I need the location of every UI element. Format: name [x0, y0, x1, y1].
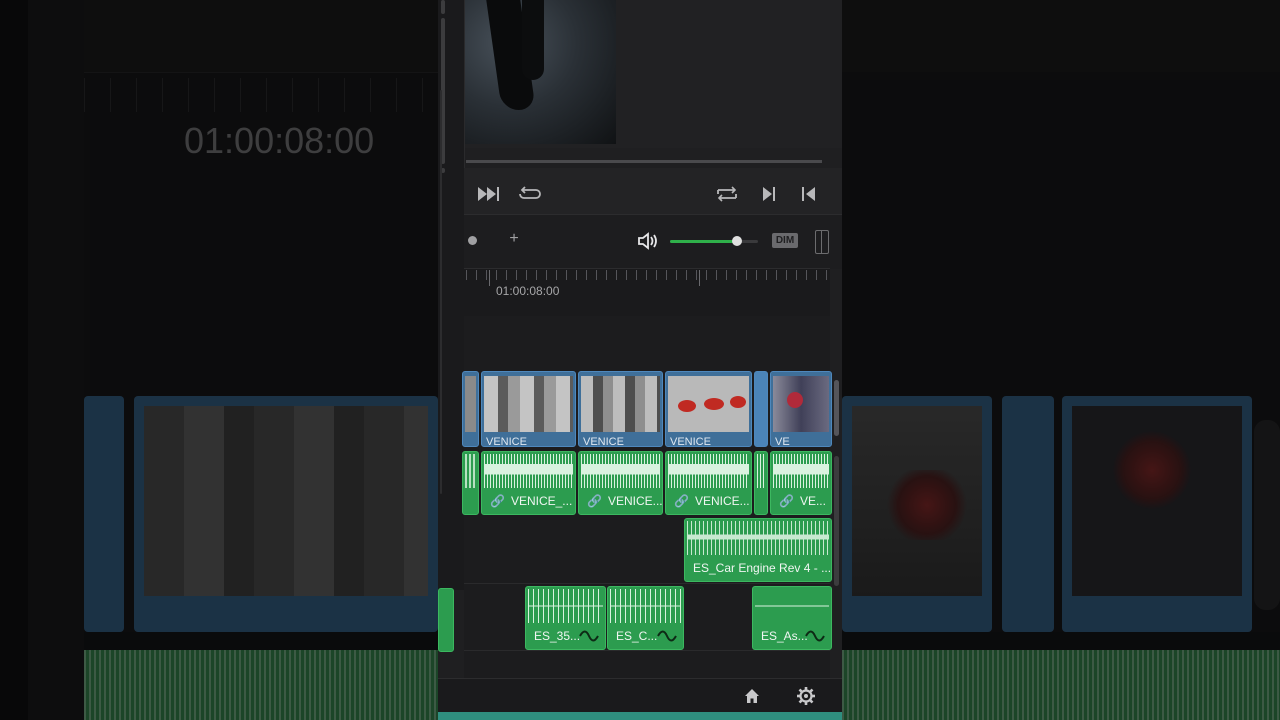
- link-icon: 🔗: [779, 494, 794, 508]
- zoom-out-dot[interactable]: [468, 236, 477, 245]
- audio-clip-label: ES_Car Engine Rev 4 - ...: [693, 561, 832, 575]
- video-clip[interactable]: [754, 371, 768, 447]
- fade-curve-icon[interactable]: [805, 629, 825, 643]
- audio-clip-label: VENICE...: [694, 494, 750, 508]
- audio-clip-label: VENICE...: [607, 494, 663, 508]
- audio-clip[interactable]: 🔗 VENICE...: [578, 451, 663, 515]
- volume-icon[interactable]: [637, 231, 659, 251]
- audio-meter-button[interactable]: [815, 230, 829, 254]
- video-clip[interactable]: VENICE_: [578, 371, 663, 447]
- audio-clip[interactable]: ES_As...: [752, 586, 832, 650]
- video-clip[interactable]: VE: [770, 371, 832, 447]
- background-right: [842, 0, 1280, 720]
- audio-clip[interactable]: [754, 451, 768, 515]
- loop-icon[interactable]: [517, 182, 543, 206]
- bottom-strip: [438, 712, 842, 720]
- audio-clip-label: ES_As...: [761, 629, 808, 643]
- video-clip-label: VENICE_: [670, 436, 718, 447]
- video-clip-label: VENICE_: [583, 436, 631, 447]
- video-clip[interactable]: VENICE_: [481, 371, 576, 447]
- audio-clip[interactable]: 🔗 VENICE...: [665, 451, 752, 515]
- audio-clip[interactable]: ES_C...: [607, 586, 684, 650]
- left-rail: [438, 0, 465, 590]
- link-icon: 🔗: [587, 494, 602, 508]
- audio-clip-label: ES_35...: [534, 629, 581, 643]
- fast-forward-icon[interactable]: [476, 182, 502, 206]
- zoom-in-button[interactable]: +: [506, 231, 522, 247]
- video-clip-label: VE: [775, 436, 790, 447]
- audio-clip[interactable]: ES_35...: [525, 586, 606, 650]
- fade-curve-icon[interactable]: [657, 629, 677, 643]
- audio-clip-label: VE...: [799, 494, 826, 508]
- timeline-scrollbar-track[interactable]: [834, 456, 839, 586]
- dim-button[interactable]: DIM: [772, 233, 798, 248]
- audio-clip[interactable]: ES_Car Engine Rev 4 - ...: [684, 518, 832, 582]
- scrub-bar[interactable]: [466, 160, 822, 163]
- ruler-ticks: [466, 270, 832, 280]
- audio-clip[interactable]: [438, 588, 454, 652]
- timeline-scrollbar[interactable]: [834, 380, 839, 436]
- volume-slider-knob[interactable]: [732, 236, 742, 246]
- background-left: 01:00:08:00: [0, 0, 438, 720]
- phone-screen: + DIM 01:00:08:00 VENICE_ VENICE_ VENICE…: [438, 0, 842, 720]
- background-timecode: 01:00:08:00: [184, 120, 375, 161]
- fade-curve-icon[interactable]: [579, 629, 599, 643]
- audio-clip[interactable]: [462, 451, 479, 515]
- prev-frame-icon[interactable]: [796, 182, 822, 206]
- link-icon: 🔗: [674, 494, 689, 508]
- volume-slider-fill: [670, 240, 737, 243]
- video-clip[interactable]: VENICE_: [665, 371, 752, 447]
- ruler-timecode: 01:00:08:00: [496, 284, 560, 298]
- video-clip-label: VENICE_: [486, 436, 534, 447]
- audio-clip[interactable]: 🔗 VENICE_...: [481, 451, 576, 515]
- video-viewer[interactable]: [438, 0, 842, 148]
- home-icon[interactable]: [743, 687, 761, 705]
- audio-clip[interactable]: 🔗 VE...: [770, 451, 832, 515]
- audio-clip-label: VENICE_...: [510, 494, 573, 508]
- bottom-bar: [438, 678, 842, 713]
- video-clip[interactable]: [462, 371, 479, 447]
- next-frame-icon[interactable]: [756, 182, 782, 206]
- gear-icon[interactable]: [796, 686, 816, 706]
- link-icon: 🔗: [490, 494, 505, 508]
- repeat-icon[interactable]: [714, 182, 740, 206]
- viewer-frame: [464, 0, 616, 144]
- audio-clip-label: ES_C...: [616, 629, 658, 643]
